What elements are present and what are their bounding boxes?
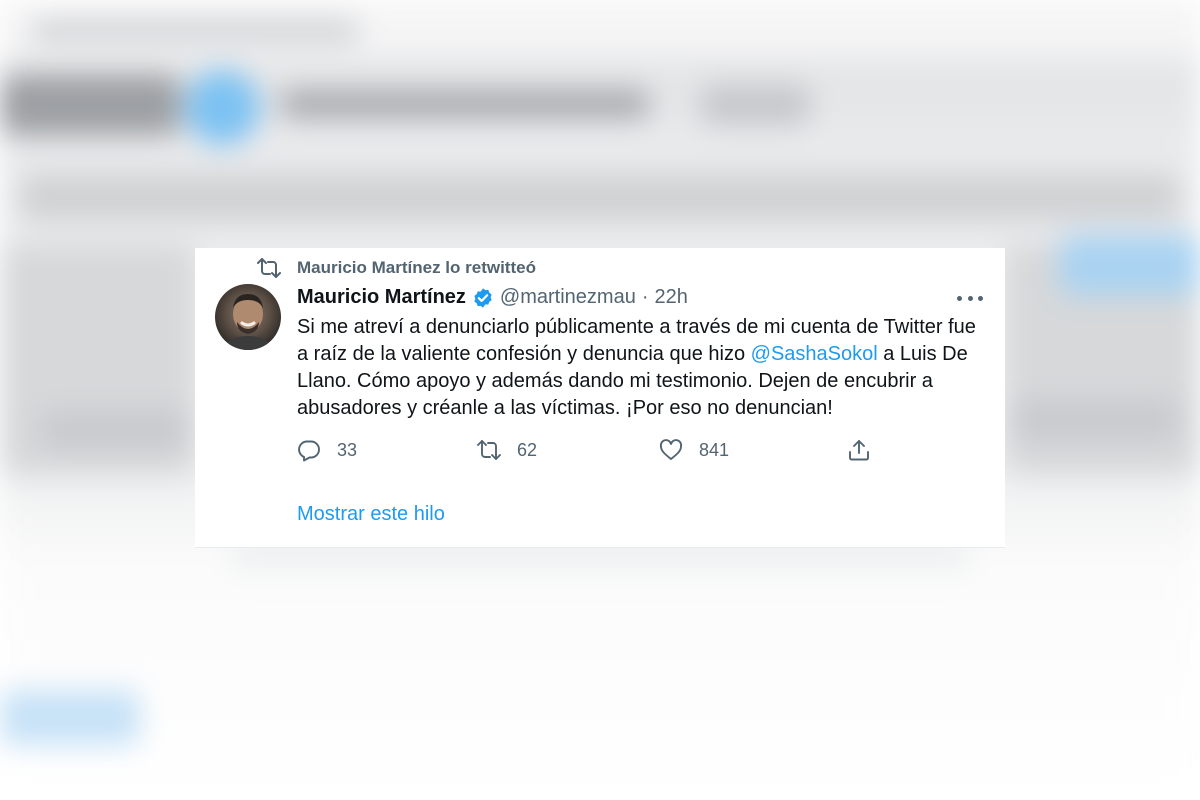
like-button[interactable]: 841 xyxy=(659,438,729,462)
share-button[interactable] xyxy=(847,438,887,462)
heart-icon xyxy=(659,439,683,460)
verified-badge-icon xyxy=(474,287,492,308)
retweet-banner-label: Mauricio Martínez lo retwitteó xyxy=(297,258,536,277)
tweet-text: Si me atreví a denunciarlo públicamente … xyxy=(297,314,987,422)
retweet-button[interactable]: 62 xyxy=(477,438,537,462)
author-name[interactable]: Mauricio Martínez xyxy=(297,286,466,309)
reply-button[interactable]: 33 xyxy=(297,438,357,462)
retweet-banner[interactable]: Mauricio Martínez lo retwitteó xyxy=(257,258,536,278)
like-count: 841 xyxy=(699,439,730,460)
show-thread-link[interactable]: Mostrar este hilo xyxy=(297,503,445,526)
reply-icon xyxy=(298,440,320,462)
retweet-count: 62 xyxy=(517,439,538,460)
avatar[interactable] xyxy=(215,284,281,350)
retweet-icon xyxy=(257,258,281,278)
reply-count: 33 xyxy=(337,439,358,460)
author-handle[interactable]: @martinezmau xyxy=(500,286,636,309)
tweet-header: Mauricio Martínez @martinezmau · 22h xyxy=(297,286,688,309)
avatar-image xyxy=(223,294,273,350)
retweet-icon xyxy=(477,440,501,460)
share-icon xyxy=(849,440,869,461)
more-options-icon[interactable] xyxy=(957,288,983,308)
tweet-card[interactable]: Mauricio Martínez lo retwitteó Mauricio … xyxy=(195,248,1005,548)
tweet-actions: 33 62 841 xyxy=(297,438,897,468)
separator-dot: · xyxy=(641,286,649,308)
mention-link[interactable]: @SashaSokol xyxy=(751,343,878,365)
tweet-timestamp[interactable]: 22h xyxy=(655,286,688,309)
